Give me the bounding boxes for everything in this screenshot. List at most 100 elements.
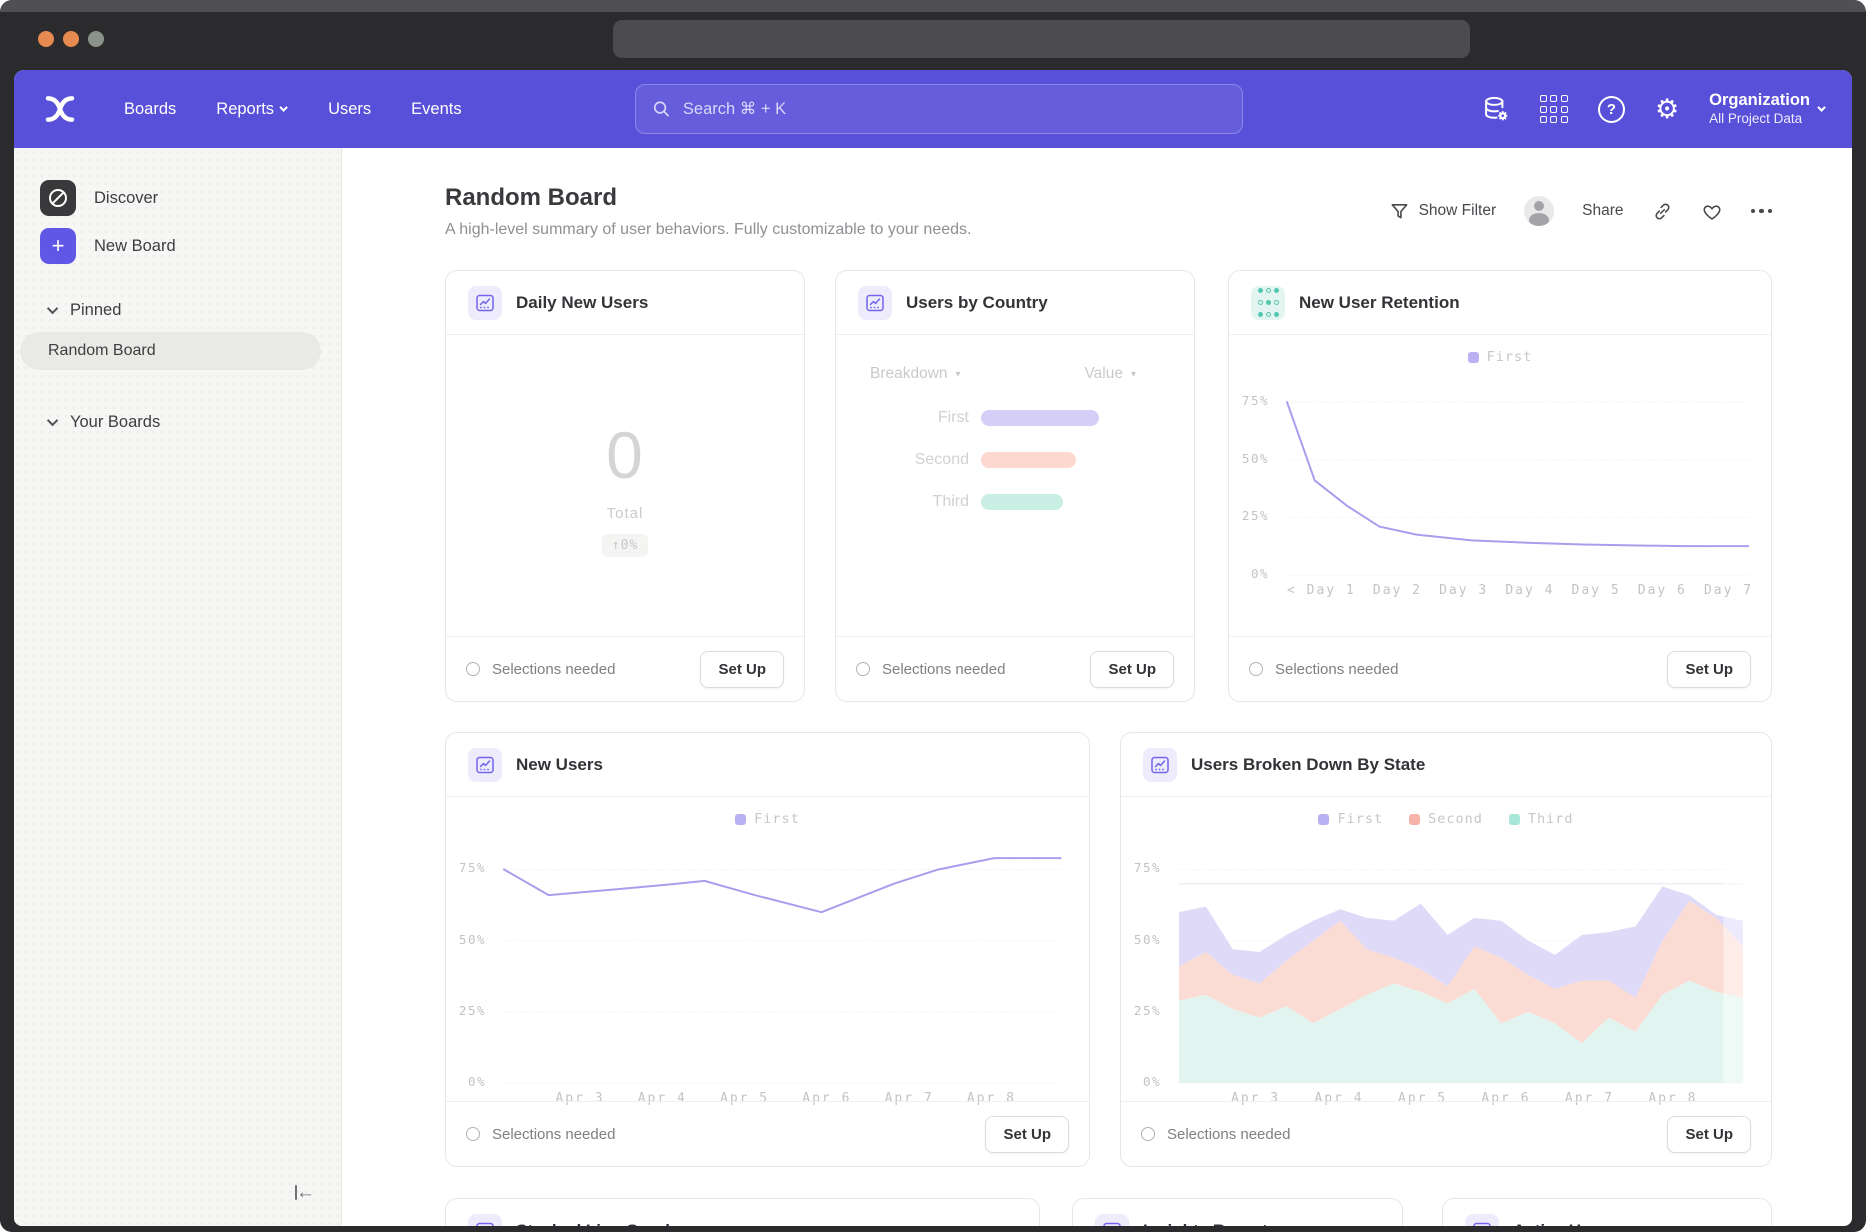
y-tick-label: 75% <box>459 860 486 875</box>
sidebar-collapse-button[interactable]: ← <box>295 1183 315 1202</box>
set-up-button[interactable]: Set Up <box>1667 1116 1751 1153</box>
chevron-down-icon <box>47 303 58 314</box>
status-circle-icon <box>1249 662 1263 676</box>
card-title: New Users <box>516 755 603 775</box>
value-dropdown[interactable]: Value ▾ <box>1084 365 1136 383</box>
org-switcher[interactable]: Organization All Project Data <box>1709 90 1826 128</box>
legend-swatch <box>1409 814 1420 825</box>
breakdown-dropdown[interactable]: Breakdown ▾ <box>870 365 961 383</box>
status-circle-icon <box>466 662 480 676</box>
nav-item-events[interactable]: Events <box>411 100 461 119</box>
metric-label: Total <box>607 505 644 522</box>
window-minimize-button[interactable] <box>63 31 79 47</box>
cards-row-1: Daily New Users 0 Total ↑0% Selections n… <box>445 270 1772 702</box>
card-daily-new-users: Daily New Users 0 Total ↑0% Selections n… <box>445 270 805 702</box>
card-title: Daily New Users <box>516 293 648 313</box>
country-bar-rows: First Second Third <box>836 409 1194 511</box>
help-icon[interactable]: ? <box>1598 96 1625 123</box>
set-up-button[interactable]: Set Up <box>1667 651 1751 688</box>
legend-swatch <box>735 814 746 825</box>
country-bar-row: Third <box>836 493 1194 511</box>
y-tick-label: 75% <box>1134 860 1161 875</box>
cards-row-3: Stacked Line Graph Insights Report <box>445 1198 1772 1226</box>
nav-item-boards[interactable]: Boards <box>124 100 176 119</box>
avatar[interactable] <box>1524 196 1554 226</box>
app-window: Boards Reports Users Events <box>14 70 1852 1226</box>
card-users-by-country: Users by Country Breakdown ▾ Value ▾ <box>835 270 1195 702</box>
data-management-icon[interactable] <box>1482 95 1510 123</box>
card-new-user-retention: New User Retention First 0%25%50%75% < D… <box>1228 270 1772 702</box>
bar-label: First <box>836 409 981 427</box>
set-up-button[interactable]: Set Up <box>1090 651 1174 688</box>
card-title: Insights Report <box>1143 1221 1268 1226</box>
status-circle-icon <box>856 662 870 676</box>
search-icon <box>652 99 671 119</box>
metric-value: 0 <box>606 417 644 493</box>
nav-item-label: Boards <box>124 100 176 119</box>
card-footer: Selections needed Set Up <box>446 636 804 701</box>
caret-down-icon: ▾ <box>956 369 961 380</box>
y-tick-label: 0% <box>468 1074 486 1089</box>
y-axis-labels: 0%25%50%75% <box>446 841 498 1083</box>
selections-status: Selections needed <box>466 1126 615 1143</box>
bar-third <box>981 494 1063 510</box>
y-tick-label: 0% <box>1251 566 1269 581</box>
nav-item-label: Users <box>328 100 371 119</box>
share-button[interactable]: Share <box>1582 202 1623 220</box>
settings-gear-icon[interactable]: ⚙ <box>1655 96 1679 123</box>
share-label: Share <box>1582 202 1623 220</box>
more-options-icon[interactable] <box>1751 209 1773 214</box>
apps-grid-icon[interactable] <box>1540 95 1568 123</box>
heart-icon[interactable] <box>1701 201 1723 222</box>
breakdown-label: Breakdown <box>870 365 948 383</box>
legend-item: Third <box>1509 811 1574 827</box>
set-up-button[interactable]: Set Up <box>985 1116 1069 1153</box>
x-tick-label: Day 2 <box>1373 583 1422 598</box>
window-zoom-button[interactable] <box>88 31 104 47</box>
window-close-button[interactable] <box>38 31 54 47</box>
nav-item-label: Events <box>411 100 461 119</box>
card-footer: Selections needed Set Up <box>1229 636 1771 701</box>
country-bar-row: Second <box>836 451 1194 469</box>
sidebar-item-discover[interactable]: Discover <box>14 174 341 222</box>
y-tick-label: 50% <box>1242 451 1269 466</box>
sidebar: Discover + New Board Pinned Random Board… <box>14 148 342 1226</box>
org-name: Organization <box>1709 90 1810 111</box>
sidebar-item-new-board[interactable]: + New Board <box>14 222 341 270</box>
link-icon[interactable] <box>1652 201 1673 222</box>
x-tick-label: < Day 1 <box>1287 583 1356 598</box>
filter-funnel-icon <box>1390 202 1409 221</box>
bar-first <box>981 410 1099 426</box>
nav-item-reports[interactable]: Reports <box>216 100 288 119</box>
sidebar-section-your-boards[interactable]: Your Boards <box>14 406 341 438</box>
nav-menu: Boards Reports Users Events <box>124 100 462 119</box>
compass-icon <box>40 180 76 216</box>
chart-icon <box>468 748 502 782</box>
card-footer: Selections needed Set Up <box>836 636 1194 701</box>
card-active-users: Active Users <box>1442 1198 1772 1226</box>
set-up-button[interactable]: Set Up <box>700 651 784 688</box>
plus-icon: + <box>40 228 76 264</box>
chevron-down-icon <box>279 103 287 111</box>
chart-legend: First <box>1229 335 1771 379</box>
mixpanel-logo[interactable] <box>44 94 76 124</box>
chart-legend: First <box>446 797 1089 841</box>
search-input[interactable] <box>683 100 1226 119</box>
legend-item: Second <box>1409 811 1483 827</box>
sidebar-label: Discover <box>94 189 158 208</box>
show-filter-button[interactable]: Show Filter <box>1390 202 1497 221</box>
legend-item: First <box>735 811 800 827</box>
address-bar[interactable] <box>613 20 1470 58</box>
nav-item-users[interactable]: Users <box>328 100 371 119</box>
app-body: Discover + New Board Pinned Random Board… <box>14 148 1852 1226</box>
retention-grid-icon <box>1251 286 1285 320</box>
sidebar-item-random-board[interactable]: Random Board <box>20 332 321 370</box>
status-label: Selections needed <box>1167 1126 1290 1143</box>
search-bar[interactable] <box>635 84 1243 134</box>
titlebar <box>0 0 1866 70</box>
retention-line-chart <box>1287 379 1749 575</box>
sidebar-section-pinned[interactable]: Pinned <box>14 294 341 326</box>
selections-status: Selections needed <box>1249 661 1398 678</box>
chart-legend: FirstSecondThird <box>1121 797 1771 841</box>
x-tick-label: Day 5 <box>1572 583 1621 598</box>
